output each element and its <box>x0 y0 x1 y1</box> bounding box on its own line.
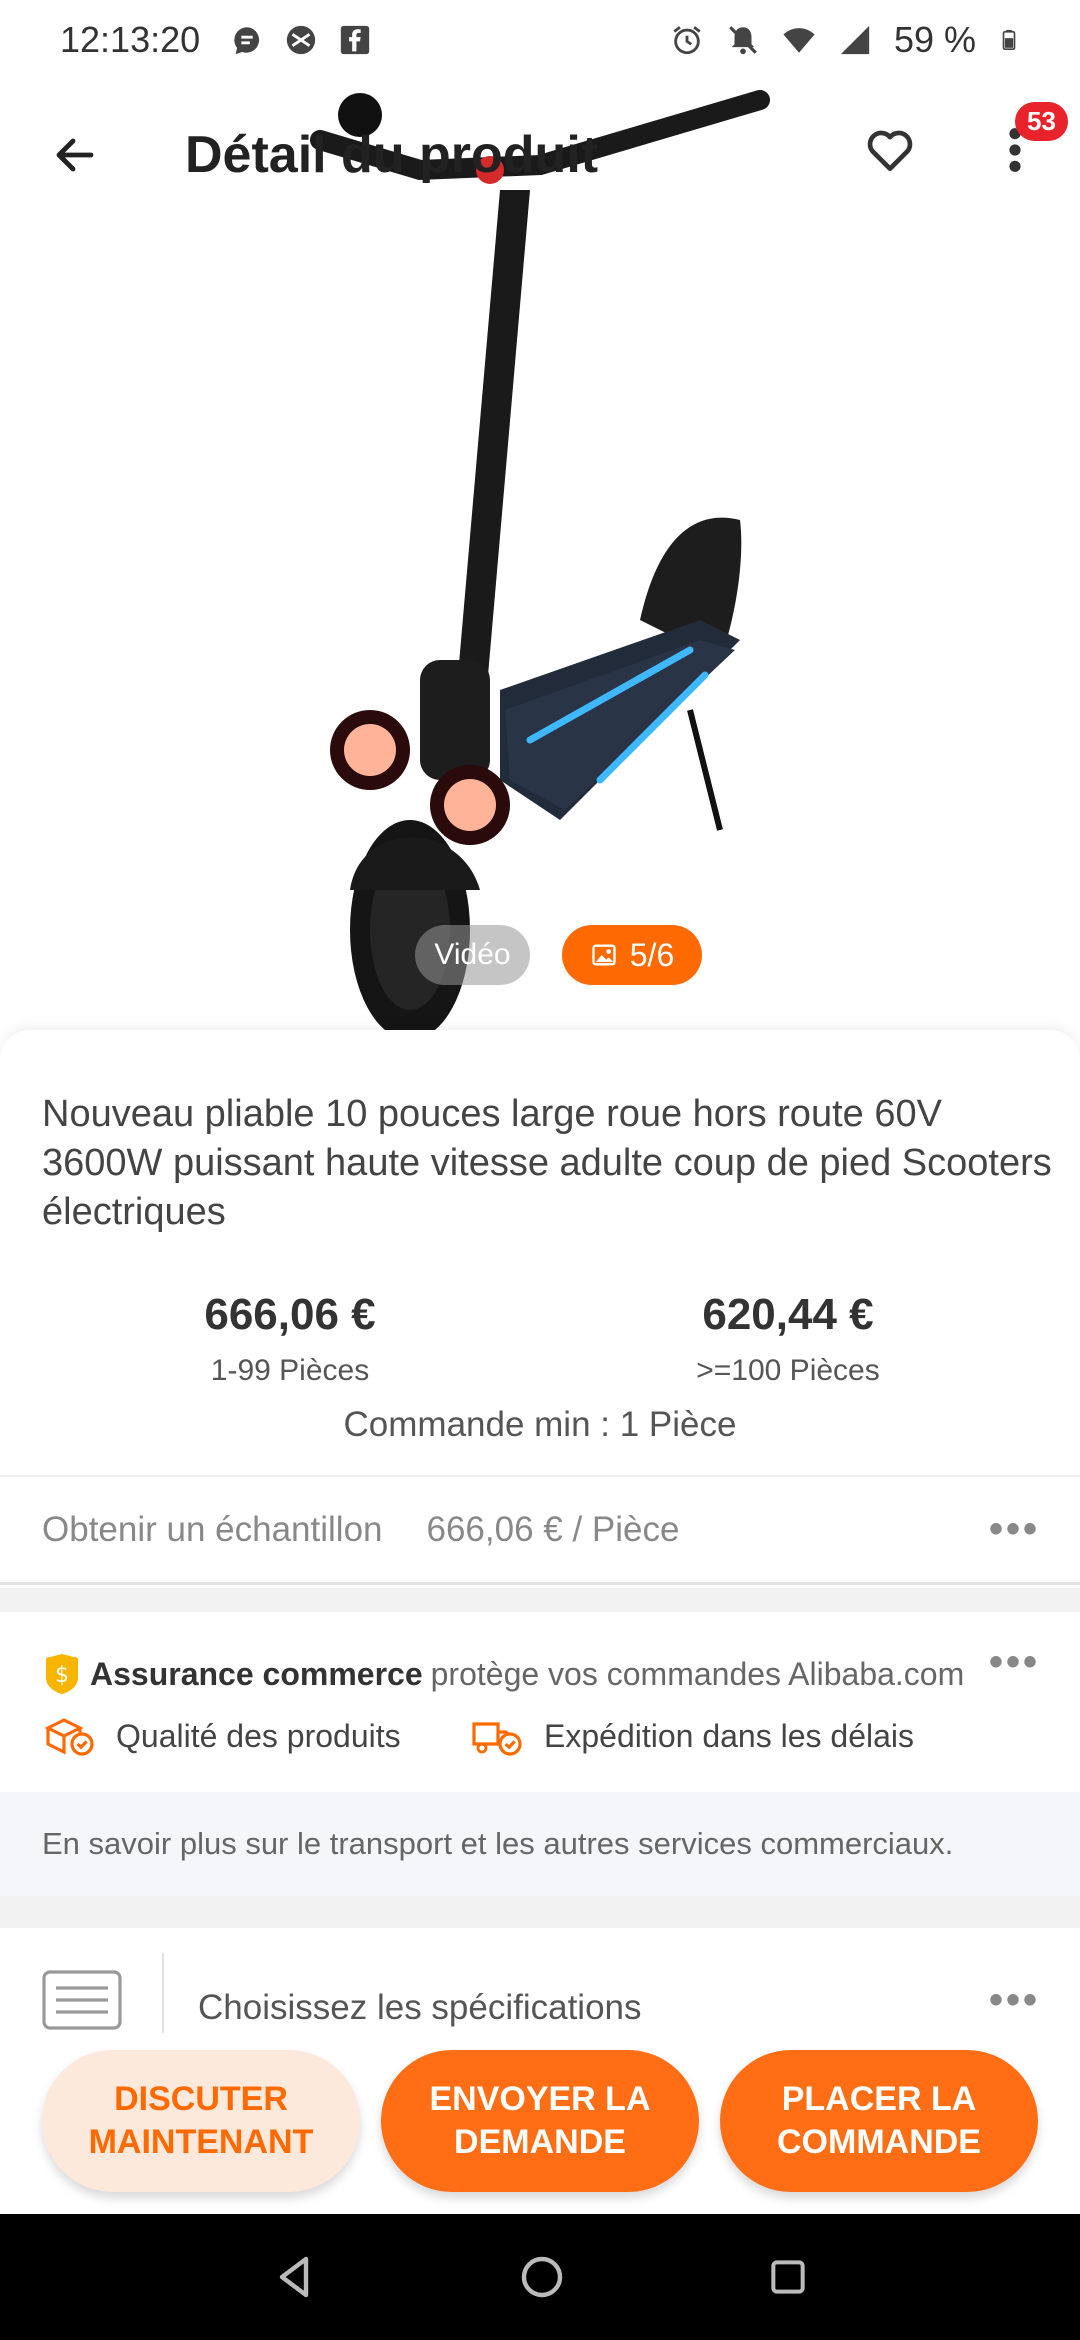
services-info-link[interactable]: En savoir plus sur le transport et les a… <box>0 1792 1080 1896</box>
sample-more-icon[interactable]: ••• <box>989 1507 1040 1552</box>
cellular-icon <box>840 25 870 55</box>
assurance-title: Assurance commerce <box>90 1655 423 1692</box>
nav-home-icon[interactable] <box>518 2253 566 2301</box>
chat-now-button[interactable]: DISCUTER MAINTENANT <box>42 2050 360 2192</box>
back-button[interactable] <box>35 115 115 195</box>
status-time: 12:13:20 <box>60 19 201 60</box>
back-arrow-icon <box>56 138 94 172</box>
chat-bubble-icon <box>234 27 260 55</box>
facebook-icon <box>340 25 370 55</box>
trade-assurance-section[interactable]: $ Assurance commerce protège vos command… <box>0 1612 1080 1792</box>
alarm-icon <box>673 26 701 55</box>
section-divider <box>0 1896 1080 1928</box>
assurance-line: $ Assurance commerce protège vos command… <box>42 1652 964 1696</box>
price-tier-2: 620,44 € >=100 Pièces <box>568 1290 1008 1388</box>
truck-check-icon <box>472 1722 522 1756</box>
image-icon <box>592 944 616 966</box>
feature-label: Qualité des produits <box>116 1717 401 1754</box>
section-divider <box>0 1588 1080 1612</box>
sample-label: Obtenir un échantillon <box>42 1509 383 1549</box>
product-title: Nouveau pliable 10 pouces large roue hor… <box>42 1093 1052 1233</box>
muted-bell-icon <box>729 26 757 55</box>
sample-row[interactable]: Obtenir un échantillon 666,06 € / Pièce … <box>0 1475 1080 1585</box>
price-tier-1: 666,06 € 1-99 Pièces <box>70 1290 510 1388</box>
price-quantity: 1-99 Pièces <box>210 1354 370 1387</box>
send-inquiry-button[interactable]: ENVOYER LA DEMANDE <box>381 2050 699 2192</box>
nav-back-icon[interactable] <box>270 2253 318 2301</box>
heart-icon <box>867 130 913 172</box>
feature-label: Expédition dans les délais <box>544 1717 915 1754</box>
feature-delivery: Expédition dans les délais <box>470 1716 914 1756</box>
notification-badge: 53 <box>1015 102 1068 141</box>
min-order: Commande min : 1 Pièce <box>343 1405 737 1444</box>
assurance-more-icon[interactable]: ••• <box>989 1640 1040 1685</box>
battery-icon <box>1002 29 1016 50</box>
wifi-icon <box>783 28 815 53</box>
status-bar: 12:13:20 59 % <box>0 0 1080 80</box>
box-check-icon <box>44 1718 94 1756</box>
assurance-description: protège vos commandes Alibaba.com <box>430 1655 965 1692</box>
nav-recents-icon[interactable] <box>766 2255 810 2299</box>
price-value: 666,06 € <box>204 1290 376 1339</box>
favorite-button[interactable] <box>850 110 930 190</box>
place-order-button[interactable]: PLACER LA COMMANDE <box>720 2050 1038 2192</box>
top-app-bar: Détail du produit 53 <box>0 90 1080 220</box>
image-counter-button[interactable]: 5/6 <box>562 925 702 985</box>
battery-percent: 59 % <box>893 19 976 60</box>
status-right-icons: 59 % <box>670 19 1020 61</box>
image-counter: 5/6 <box>629 936 675 973</box>
system-navigation-bar <box>0 2214 1080 2340</box>
sample-price: 666,06 € / Pièce <box>426 1509 680 1549</box>
feature-quality: Qualité des produits <box>42 1716 401 1756</box>
svg-text:$: $ <box>55 1663 69 1688</box>
price-value: 620,44 € <box>702 1290 874 1339</box>
specs-more-icon[interactable]: ••• <box>989 1978 1040 2023</box>
page-title: Détail du produit <box>185 126 599 184</box>
video-button[interactable]: Vidéo <box>415 925 530 985</box>
trade-assurance-icon: $ <box>46 1654 78 1694</box>
vpn-icon <box>286 25 316 55</box>
status-left-icons <box>230 23 372 57</box>
bottom-action-bar: DISCUTER MAINTENANT ENVOYER LA DEMANDE P… <box>0 2018 1080 2214</box>
price-quantity: >=100 Pièces <box>696 1354 880 1387</box>
